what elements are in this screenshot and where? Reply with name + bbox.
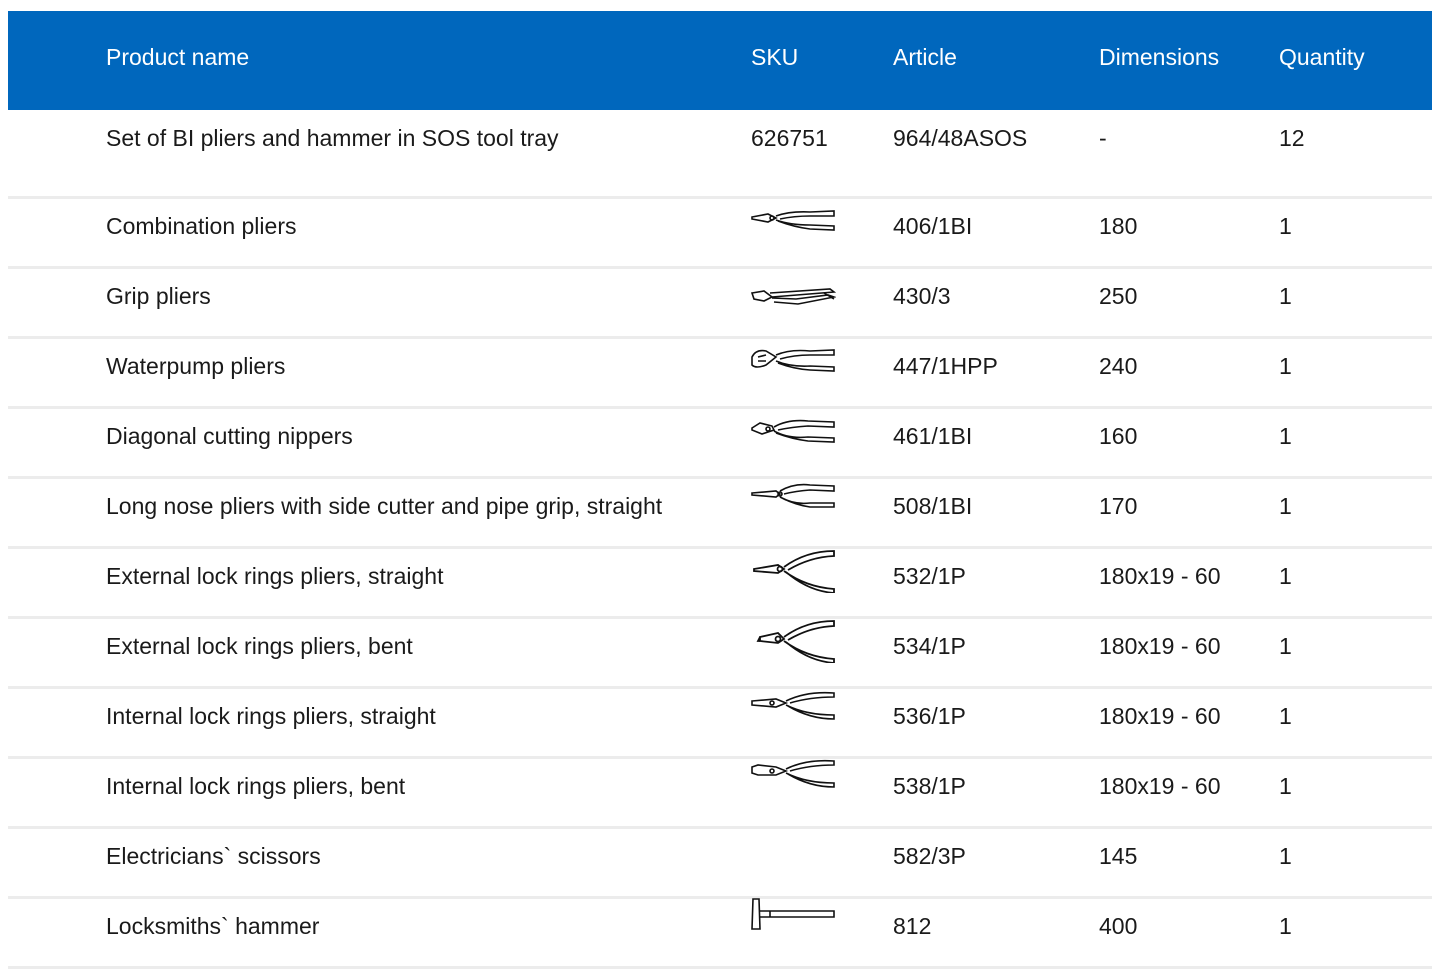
quantity-value: 1 — [1279, 843, 1292, 869]
table-body: Set of BI pliers and hammer in SOS tool … — [8, 110, 1432, 969]
table-row: Electricians` scissors 582/3P 145 1 — [8, 829, 1432, 899]
quantity-value: 1 — [1279, 563, 1292, 589]
table-row: External lock rings pliers, bent 534/1P 18… — [8, 619, 1432, 689]
product-name: Diagonal cutting nippers — [106, 423, 353, 449]
quantity-value: 1 — [1279, 913, 1292, 939]
product-name: Locksmiths` hammer — [106, 913, 320, 939]
product-name: Combination pliers — [106, 213, 297, 239]
table-row: Diagonal cutting nippers 461/1BI 160 1 — [8, 409, 1432, 479]
quantity-value: 1 — [1279, 353, 1292, 379]
internal-circlip-pliers-bent-icon — [750, 757, 836, 801]
dimensions-value: 400 — [1099, 913, 1138, 939]
article-number: 430/3 — [893, 283, 951, 309]
table-row: External lock rings pliers, straight 532/… — [8, 549, 1432, 619]
table-row: Set of BI pliers and hammer in SOS tool … — [8, 110, 1432, 199]
dimensions-value: 180x19 - 60 — [1099, 633, 1221, 659]
table-row: Grip pliers 430/3 250 1 — [8, 269, 1432, 339]
dimensions-value: 160 — [1099, 423, 1138, 449]
article-number: 406/1BI — [893, 213, 973, 239]
product-name: Internal lock rings pliers, straight — [106, 703, 436, 729]
diagonal-nippers-icon — [750, 417, 836, 461]
column-header-product-name[interactable]: Product name — [106, 11, 249, 110]
dimensions-value: 240 — [1099, 353, 1138, 379]
dimensions-value: 250 — [1099, 283, 1138, 309]
quantity-value: 1 — [1279, 703, 1292, 729]
grip-pliers-icon — [750, 285, 836, 329]
table-row: Long nose pliers with side cutter and pi… — [8, 479, 1432, 549]
article-number: 582/3P — [893, 843, 966, 869]
dimensions-value: 180x19 - 60 — [1099, 773, 1221, 799]
sku-value: 626751 — [751, 125, 828, 151]
column-header-article[interactable]: Article — [893, 11, 957, 110]
combination-pliers-icon — [750, 207, 836, 251]
hammer-icon — [750, 897, 836, 941]
article-number: 532/1P — [893, 563, 966, 589]
table-row: Waterpump pliers 447/1HPP 240 1 — [8, 339, 1432, 409]
table-row: Combination pliers 406/1BI 180 1 — [8, 199, 1432, 269]
product-name: Grip pliers — [106, 283, 211, 309]
article-number: 447/1HPP — [893, 353, 998, 379]
article-number: 964/48ASOS — [893, 125, 1028, 151]
long-nose-pliers-icon — [750, 481, 836, 525]
quantity-value: 1 — [1279, 633, 1292, 659]
table-row: Internal lock rings pliers, bent 538/1P 18… — [8, 759, 1432, 829]
quantity-value: 12 — [1279, 125, 1305, 151]
waterpump-pliers-icon — [750, 347, 836, 391]
quantity-value: 1 — [1279, 213, 1292, 239]
dimensions-value: 170 — [1099, 493, 1138, 519]
column-header-sku[interactable]: SKU — [751, 11, 798, 110]
internal-circlip-pliers-icon — [750, 689, 836, 733]
table-header: Product name SKU Article Dimensions Quan… — [8, 11, 1432, 110]
dimensions-value: 145 — [1099, 843, 1138, 869]
dimensions-value: 180x19 - 60 — [1099, 563, 1221, 589]
table-row: Internal lock rings pliers, straight 536/… — [8, 689, 1432, 759]
dimensions-value: - — [1099, 125, 1107, 151]
product-name: Internal lock rings pliers, bent — [106, 773, 406, 799]
product-table: Product name SKU Article Dimensions Quan… — [8, 11, 1432, 969]
product-name: External lock rings pliers, bent — [106, 633, 413, 659]
article-number: 536/1P — [893, 703, 966, 729]
dimensions-value: 180x19 - 60 — [1099, 703, 1221, 729]
quantity-value: 1 — [1279, 283, 1292, 309]
product-name: Waterpump pliers — [106, 353, 286, 379]
article-number: 538/1P — [893, 773, 966, 799]
article-number: 461/1BI — [893, 423, 973, 449]
article-number: 812 — [893, 913, 932, 939]
article-number: 508/1BI — [893, 493, 973, 519]
quantity-value: 1 — [1279, 493, 1292, 519]
product-name: Long nose pliers with side cutter and pi… — [106, 493, 663, 519]
quantity-value: 1 — [1279, 423, 1292, 449]
circlip-pliers-icon — [750, 549, 836, 593]
column-header-quantity[interactable]: Quantity — [1279, 11, 1365, 110]
product-name: Set of BI pliers and hammer in SOS tool … — [106, 125, 559, 151]
product-name: External lock rings pliers, straight — [106, 563, 444, 589]
quantity-value: 1 — [1279, 773, 1292, 799]
circlip-pliers-bent-icon — [750, 619, 836, 663]
column-header-dimensions[interactable]: Dimensions — [1099, 11, 1219, 110]
table-row: Locksmiths` hammer 812 400 1 — [8, 897, 1432, 969]
article-number: 534/1P — [893, 633, 966, 659]
dimensions-value: 180 — [1099, 213, 1138, 239]
product-name: Electricians` scissors — [106, 843, 321, 869]
